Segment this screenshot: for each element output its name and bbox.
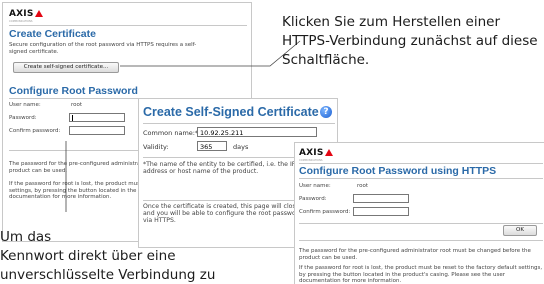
user-name-value: root	[357, 183, 369, 189]
password-input[interactable]	[353, 194, 409, 203]
logo-triangle-icon	[324, 149, 333, 156]
caption-bottom-line-3: unverschlüsselte Verbindung zu	[0, 267, 216, 283]
validity-input[interactable]: 365	[197, 141, 227, 151]
logo-triangle-icon	[34, 10, 43, 17]
confirm-password-input[interactable]	[69, 126, 125, 135]
logo-text-small: AXIS	[299, 148, 324, 158]
password-note: The password for the pre-configured admi…	[299, 248, 531, 261]
password-label: Password:	[299, 196, 327, 202]
header-divider	[9, 25, 247, 26]
create-self-signed-certificate-button[interactable]: Create self-signed certificate...	[13, 62, 119, 73]
confirm-password-label: Confirm password:	[9, 128, 61, 134]
caption-top-line-2: HTTPS-Verbindung zunächst auf diese	[282, 33, 538, 49]
validity-label: Validity:	[143, 143, 169, 151]
logo-tagline: COMMUNICATIONS	[9, 20, 33, 23]
configure-root-password-title: Configure Root Password	[9, 85, 138, 97]
axis-logo: AXIS	[9, 9, 43, 19]
password-input[interactable]	[69, 113, 125, 122]
confirm-password-label: Confirm password:	[299, 209, 351, 215]
common-name-label: Common name:*	[143, 129, 199, 137]
certificate-description: Secure configuration of the root passwor…	[9, 42, 197, 55]
days-label: days	[233, 143, 249, 151]
user-name-label: User name:	[299, 183, 331, 189]
help-icon[interactable]: ?	[320, 106, 332, 118]
caption-top-line-1: Klicken Sie zum Herstellen einer	[282, 14, 501, 30]
caption-bottom-line-2: Kennwort direkt über eine	[0, 248, 176, 264]
caption-bottom-line-1: Um das	[0, 229, 52, 245]
logo-text: AXIS	[9, 9, 34, 19]
password-label: Password:	[9, 115, 37, 121]
password-lost-note: If the password for root is lost, the pr…	[299, 265, 543, 284]
caption-top: Klicken Sie zum Herstellen einer HTTPS-V…	[282, 13, 538, 70]
caption-bottom: Um das Kennwort direkt über eine unversc…	[0, 228, 215, 284]
logo-tagline-small: COMMUNICATIONS	[299, 159, 323, 162]
ok-button[interactable]: OK	[503, 225, 537, 236]
header-divider	[299, 163, 543, 164]
after-creation-note: Once the certificate is created, this pa…	[143, 203, 303, 225]
title-divider	[143, 123, 335, 124]
validity-value: 365	[200, 143, 213, 151]
caption-top-line-3: Schaltfläche.	[282, 52, 370, 68]
https-password-dialog: AXIS COMMUNICATIONS Configure Root Passw…	[294, 142, 544, 284]
common-name-value: 10.92.25.211	[200, 129, 244, 137]
axis-logo-small: AXIS	[299, 148, 333, 158]
common-name-input[interactable]: 10.92.25.211	[197, 127, 317, 137]
common-name-footnote: *The name of the entity to be certified,…	[143, 161, 296, 176]
https-password-title: Configure Root Password using HTTPS	[299, 165, 497, 177]
confirm-password-input[interactable]	[353, 207, 409, 216]
title-divider	[299, 178, 543, 179]
notes-divider	[299, 240, 543, 241]
self-signed-certificate-title: Create Self-Signed Certificate	[143, 105, 319, 119]
form-divider	[299, 223, 543, 224]
user-name-value: root	[71, 102, 83, 108]
create-certificate-title: Create Certificate	[9, 28, 96, 40]
user-name-label: User name:	[9, 102, 41, 108]
